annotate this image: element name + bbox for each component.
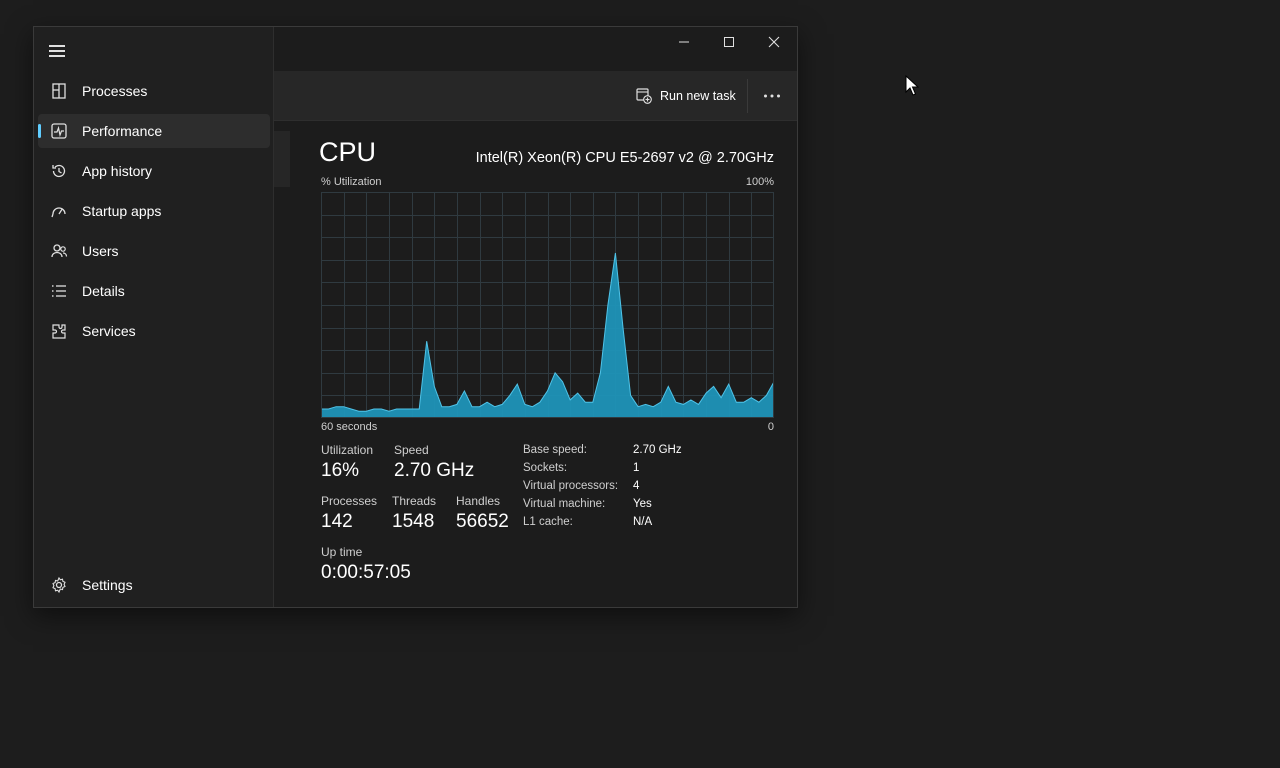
sidebar-item-details[interactable]: Details bbox=[38, 274, 270, 308]
minimize-icon bbox=[679, 41, 689, 43]
sidebar: Processes Performance App history Startu… bbox=[34, 27, 274, 607]
performance-content: CPU Intel(R) Xeon(R) CPU E5-2697 v2 @ 2.… bbox=[274, 121, 797, 607]
sockets-label: Sockets: bbox=[523, 462, 568, 474]
l1-cache-value: N/A bbox=[633, 516, 653, 528]
close-button[interactable] bbox=[751, 27, 797, 57]
active-indicator bbox=[38, 124, 41, 138]
minimize-button[interactable] bbox=[661, 27, 707, 57]
sidebar-item-services[interactable]: Services bbox=[38, 314, 270, 348]
more-options-button[interactable] bbox=[758, 83, 786, 109]
more-icon bbox=[764, 94, 780, 98]
processes-value: 142 bbox=[321, 511, 353, 532]
performance-icon bbox=[51, 123, 67, 139]
sockets-value: 1 bbox=[633, 462, 640, 474]
sidebar-item-label: Startup apps bbox=[82, 203, 162, 219]
sidebar-item-performance[interactable]: Performance bbox=[38, 114, 270, 148]
speed-value: 2.70 GHz bbox=[394, 460, 475, 481]
startup-apps-icon bbox=[51, 207, 66, 218]
virtual-processors-value: 4 bbox=[633, 480, 640, 492]
content-strip bbox=[274, 131, 290, 187]
task-manager-window: Processes Performance App history Startu… bbox=[33, 26, 798, 608]
run-new-task-label: Run new task bbox=[660, 89, 736, 103]
utilization-value: 16% bbox=[321, 460, 360, 481]
gear-icon bbox=[52, 576, 66, 594]
virtual-machine-value: Yes bbox=[633, 498, 652, 510]
processes-label: Processes bbox=[321, 494, 378, 508]
hamburger-menu-icon[interactable] bbox=[49, 43, 67, 57]
virtual-machine-label: Virtual machine: bbox=[523, 498, 606, 510]
base-speed-label: Base speed: bbox=[523, 444, 587, 456]
services-icon bbox=[52, 324, 66, 339]
uptime-label: Up time bbox=[321, 545, 363, 559]
virtual-processors-label: Virtual processors: bbox=[523, 480, 619, 492]
app-history-icon bbox=[52, 164, 66, 178]
cpu-model-name: Intel(R) Xeon(R) CPU E5-2697 v2 @ 2.70GH… bbox=[475, 150, 774, 166]
utilization-axis-max: 100% bbox=[745, 176, 774, 188]
mouse-cursor-icon bbox=[905, 75, 919, 96]
handles-value: 56652 bbox=[456, 511, 509, 532]
run-new-task-button[interactable]: Run new task bbox=[636, 85, 736, 107]
users-icon bbox=[51, 244, 68, 258]
l1-cache-label: L1 cache: bbox=[523, 516, 573, 528]
sidebar-item-startup-apps[interactable]: Startup apps bbox=[38, 194, 270, 228]
sidebar-item-processes[interactable]: Processes bbox=[38, 74, 270, 108]
page-title: CPU bbox=[319, 137, 377, 167]
speed-label: Speed bbox=[394, 443, 429, 457]
sidebar-item-label: Details bbox=[82, 283, 125, 299]
command-separator bbox=[747, 79, 748, 113]
command-bar: Run new task bbox=[274, 71, 797, 121]
sidebar-item-app-history[interactable]: App history bbox=[38, 154, 270, 188]
handles-label: Handles bbox=[456, 494, 501, 508]
details-icon bbox=[52, 285, 66, 297]
title-bar bbox=[274, 27, 797, 71]
utilization-axis-label: % Utilization bbox=[321, 176, 382, 188]
settings-label: Settings bbox=[82, 577, 133, 593]
time-axis-right: 0 bbox=[767, 421, 774, 433]
maximize-icon bbox=[724, 37, 734, 47]
run-new-task-icon bbox=[636, 88, 652, 104]
sidebar-item-settings[interactable]: Settings bbox=[38, 568, 270, 602]
processes-icon bbox=[52, 83, 66, 99]
sidebar-item-label: Users bbox=[82, 243, 119, 259]
cpu-utilization-graph bbox=[321, 192, 774, 418]
time-axis-left: 60 seconds bbox=[321, 421, 378, 433]
sidebar-item-label: Processes bbox=[82, 83, 148, 99]
threads-label: Threads bbox=[392, 494, 437, 508]
maximize-button[interactable] bbox=[706, 27, 752, 57]
base-speed-value: 2.70 GHz bbox=[633, 444, 682, 456]
sidebar-item-label: App history bbox=[82, 163, 153, 179]
close-icon bbox=[768, 36, 780, 48]
uptime-value: 0:00:57:05 bbox=[321, 562, 411, 583]
sidebar-item-users[interactable]: Users bbox=[38, 234, 270, 268]
sidebar-item-label: Services bbox=[82, 323, 136, 339]
sidebar-item-label: Performance bbox=[82, 123, 163, 139]
threads-value: 1548 bbox=[392, 511, 435, 532]
utilization-label: Utilization bbox=[321, 443, 374, 457]
